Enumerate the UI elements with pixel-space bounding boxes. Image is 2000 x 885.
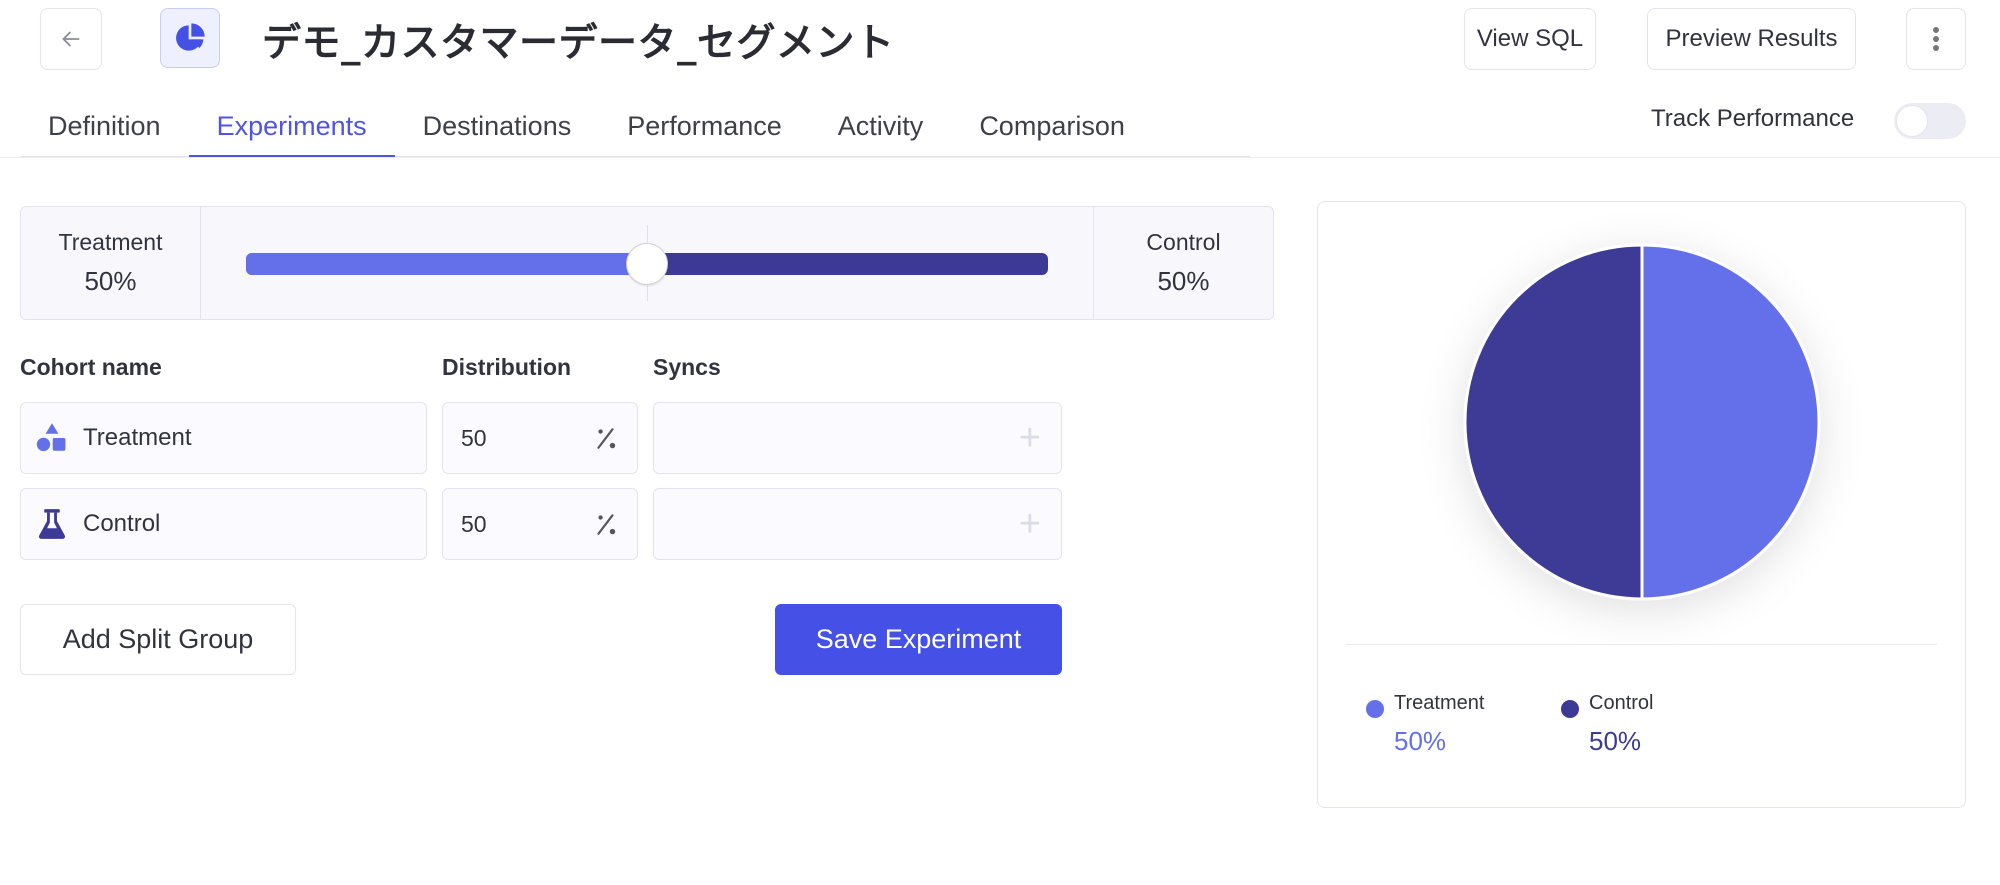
treatment-split-value: 50% (84, 266, 137, 296)
more-options-button[interactable] (1906, 8, 1966, 70)
tab-bar: Definition Experiments Destinations Perf… (20, 96, 1250, 158)
flask-icon (38, 509, 66, 539)
control-split-value: 50% (1157, 266, 1210, 296)
split-slider-panel: Treatment 50% Control 50% (20, 206, 1274, 320)
tab-destinations[interactable]: Destinations (395, 96, 600, 156)
legend-value: 50% (1394, 726, 1447, 756)
more-vertical-icon (1933, 27, 1939, 51)
treatment-split-label: Treatment (58, 229, 163, 255)
distribution-value: 50 (461, 510, 487, 537)
control-split-summary: Control 50% (1093, 207, 1273, 319)
percent-icon (597, 514, 616, 535)
treatment-split-summary: Treatment 50% (21, 207, 201, 319)
cohort-name-input-control[interactable]: Control (20, 488, 427, 560)
pie-slice-treatment (1640, 243, 1821, 601)
legend-value: 50% (1589, 726, 1642, 756)
control-split-label: Control (1146, 229, 1221, 255)
legend-label: Treatment (1394, 692, 1485, 714)
tab-performance[interactable]: Performance (599, 96, 810, 156)
cohort-name-input-treatment[interactable]: Treatment (20, 402, 427, 474)
legend-label: Control (1589, 692, 1654, 714)
cohort-name-header: Cohort name (20, 354, 162, 380)
track-performance-label: Track Performance (1651, 105, 1855, 132)
header-divider (0, 157, 2000, 158)
tab-definition[interactable]: Definition (20, 96, 189, 156)
track-performance-toggle[interactable] (1894, 103, 1966, 139)
save-experiment-button[interactable]: Save Experiment (775, 604, 1062, 675)
plus-icon[interactable]: + (1019, 419, 1041, 457)
arrow-left-icon (62, 31, 80, 47)
add-split-group-button[interactable]: Add Split Group (20, 604, 296, 675)
tab-activity[interactable]: Activity (810, 96, 952, 156)
distribution-input-treatment[interactable]: 50 (442, 402, 638, 474)
toggle-knob (1897, 106, 1927, 136)
pie-slice-control (1463, 243, 1644, 601)
chart-divider (1346, 644, 1937, 645)
syncs-field-treatment[interactable]: + (653, 402, 1062, 474)
tab-comparison[interactable]: Comparison (951, 96, 1153, 156)
legend-dot-control (1561, 700, 1579, 718)
percent-icon (597, 428, 616, 449)
tab-experiments[interactable]: Experiments (188, 96, 395, 158)
syncs-field-control[interactable]: + (653, 488, 1062, 560)
split-slider-thumb[interactable] (626, 243, 668, 285)
distribution-header: Distribution (442, 354, 572, 380)
pie-chart (1463, 243, 1821, 601)
cohort-name-value: Control (83, 510, 161, 537)
distribution-input-control[interactable]: 50 (442, 488, 638, 560)
pie-chart-icon (176, 23, 205, 51)
page-title: デモ_カスタマーデータ_セグメント (262, 21, 895, 66)
syncs-header: Syncs (653, 354, 721, 380)
plus-icon[interactable]: + (1019, 505, 1041, 543)
preview-results-button[interactable]: Preview Results (1647, 8, 1856, 70)
view-sql-button[interactable]: View SQL (1464, 8, 1596, 70)
segment-type-badge (160, 8, 220, 68)
shapes-icon (36, 423, 66, 452)
split-slider-fill (246, 253, 647, 275)
split-pie-chart-card: Treatment 50% Control 50% (1317, 201, 1966, 808)
distribution-value: 50 (461, 424, 487, 451)
back-button[interactable] (40, 8, 102, 70)
cohort-name-value: Treatment (83, 424, 192, 451)
legend-dot-treatment (1366, 700, 1384, 718)
